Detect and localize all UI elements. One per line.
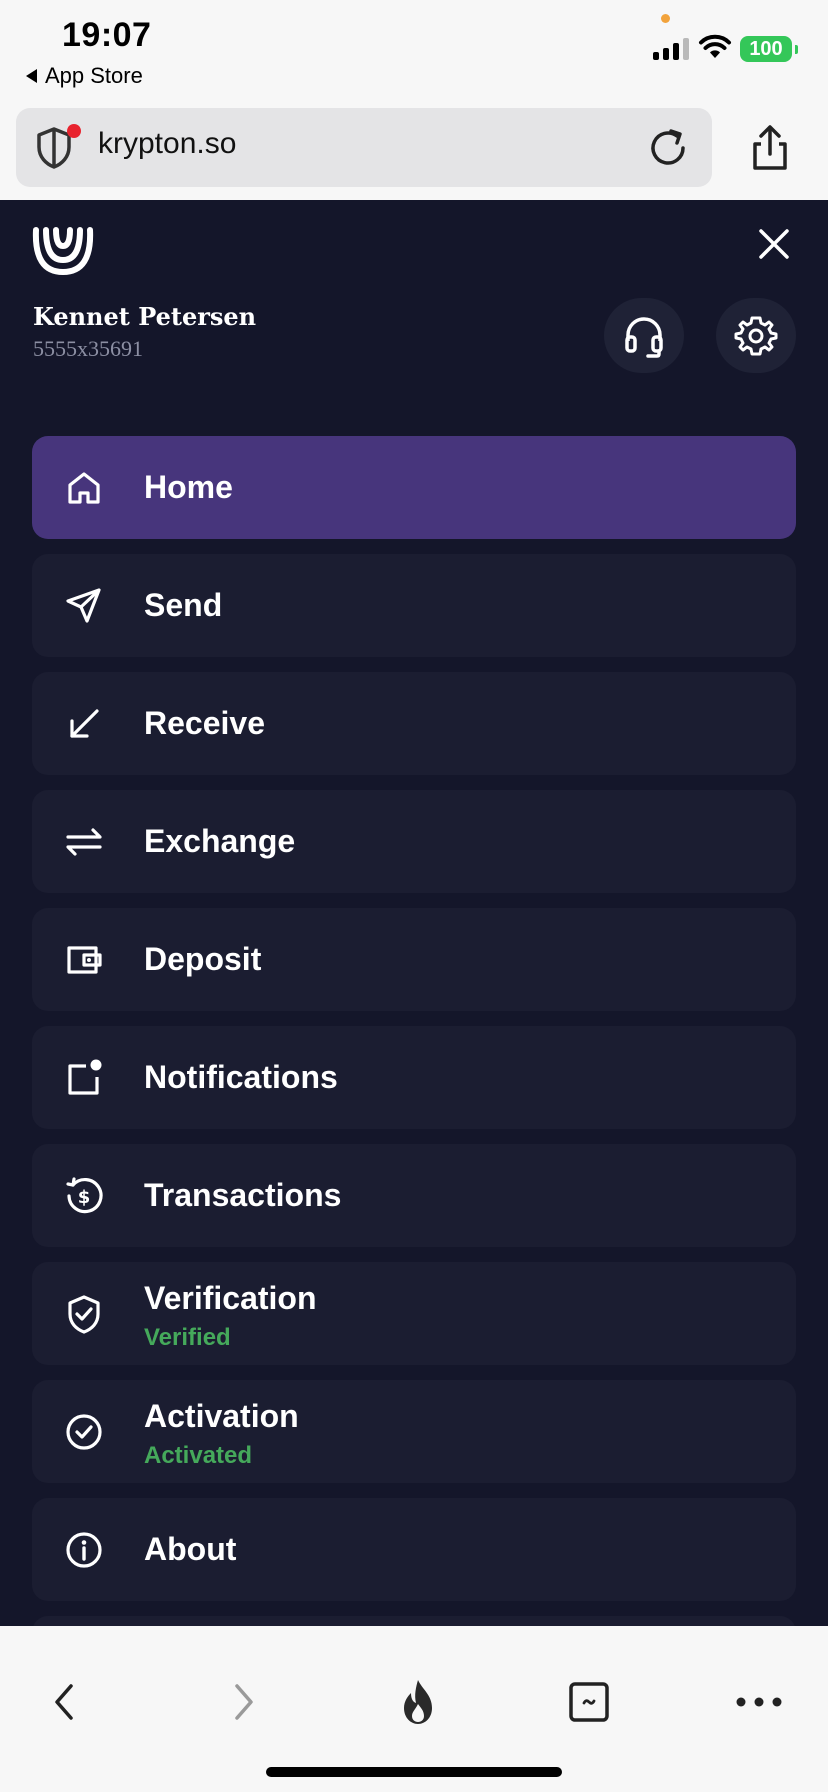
- svg-text:$: $: [78, 1187, 91, 1208]
- menu-item-label: Activation: [144, 1398, 299, 1434]
- chevron-left-icon: [55, 1684, 73, 1720]
- menu-item-notifications[interactable]: Notifications: [32, 1026, 796, 1129]
- home-indicator: [266, 1767, 562, 1777]
- more-dots-icon: [736, 1697, 782, 1707]
- history-dollar-icon: $: [66, 1177, 103, 1214]
- menu-item-home[interactable]: Home: [32, 436, 796, 539]
- browser-bar: krypton.so: [0, 100, 828, 200]
- privacy-alert-dot: [67, 124, 81, 138]
- app-logo-icon: [32, 227, 94, 276]
- receive-arrow-icon: [70, 709, 99, 738]
- check-circle-icon: [66, 1414, 102, 1450]
- info-icon: [66, 1532, 102, 1568]
- tabs-button[interactable]: [563, 1676, 615, 1728]
- headset-icon: [625, 316, 663, 358]
- menu-item-exchange[interactable]: Exchange: [32, 790, 796, 893]
- support-button[interactable]: [604, 298, 684, 373]
- verification-status: Verified: [144, 1324, 231, 1351]
- notification-icon: [68, 1059, 102, 1095]
- chevron-right-icon: [235, 1684, 253, 1720]
- forward-button[interactable]: [218, 1676, 270, 1728]
- flame-icon: [404, 1680, 432, 1724]
- menu-item-label: Verification: [144, 1280, 317, 1316]
- navigation-menu: Home Send Receive Exchange Deposit Notif…: [32, 436, 796, 1636]
- menu-item-send[interactable]: Send: [32, 554, 796, 657]
- battery-indicator: 100: [740, 36, 798, 62]
- activation-status: Activated: [144, 1442, 253, 1469]
- url-text[interactable]: krypton.so: [98, 127, 236, 161]
- send-icon: [66, 588, 101, 623]
- menu-item-deposit[interactable]: Deposit: [32, 908, 796, 1011]
- close-icon[interactable]: [752, 222, 796, 266]
- wifi-icon: [699, 34, 731, 58]
- shield-check-icon: [68, 1295, 100, 1334]
- status-time: 19:07: [62, 16, 152, 54]
- menu-item-label: Home: [144, 469, 233, 505]
- fire-button[interactable]: [392, 1676, 444, 1728]
- more-button[interactable]: [733, 1676, 785, 1728]
- user-name: Kennet Petersen: [33, 302, 257, 331]
- menu-item-label: Exchange: [144, 823, 296, 859]
- menu-item-label: Deposit: [144, 941, 262, 977]
- menu-item-about[interactable]: About: [32, 1498, 796, 1601]
- back-app-label: App Store: [45, 63, 143, 88]
- user-id: 5555x35691: [33, 336, 143, 361]
- menu-item-receive[interactable]: Receive: [32, 672, 796, 775]
- menu-item-label: Notifications: [144, 1059, 338, 1095]
- share-icon[interactable]: [748, 124, 792, 172]
- menu-item-transactions[interactable]: $ Transactions: [32, 1144, 796, 1247]
- reload-icon[interactable]: [646, 126, 690, 170]
- menu-item-label: Receive: [144, 705, 265, 741]
- cellular-signal-icon: [653, 38, 689, 60]
- menu-item-label: About: [144, 1531, 237, 1567]
- back-triangle-icon: [26, 69, 37, 83]
- wallet-icon: [67, 946, 102, 974]
- tabs-icon: [569, 1682, 609, 1722]
- battery-level: 100: [749, 37, 783, 60]
- back-button[interactable]: [38, 1676, 90, 1728]
- status-bar: 19:07 App Store 100: [0, 0, 828, 100]
- exchange-arrows-icon: [66, 828, 102, 856]
- home-icon: [68, 472, 100, 504]
- menu-item-label: Transactions: [144, 1177, 342, 1213]
- menu-item-verification[interactable]: Verification Verified: [32, 1262, 796, 1365]
- menu-item-label: Send: [144, 587, 223, 623]
- gear-icon: [734, 316, 778, 355]
- menu-item-activation[interactable]: Activation Activated: [32, 1380, 796, 1483]
- back-to-app-link[interactable]: App Store: [26, 63, 143, 89]
- url-field[interactable]: krypton.so: [16, 108, 712, 187]
- settings-button[interactable]: [716, 298, 796, 373]
- privacy-indicator-dot: [661, 14, 670, 23]
